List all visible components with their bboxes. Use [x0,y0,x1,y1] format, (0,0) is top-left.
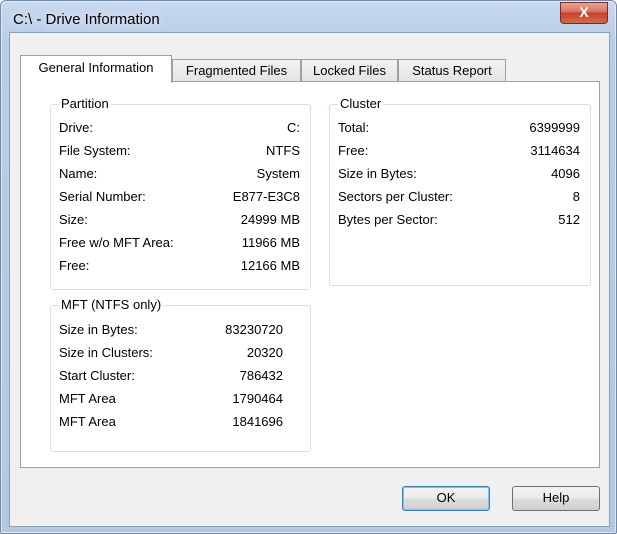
row-value: 83230720 [225,322,283,337]
row-value: 1790464 [232,391,283,406]
tab-fragmented-files[interactable]: Fragmented Files [172,59,301,82]
mft-row-size-in-bytes: Size in Bytes: 83230720 [59,322,283,342]
row-value: 3114634 [530,143,580,158]
row-value: C: [287,120,300,135]
row-value: 4096 [551,166,580,181]
ok-button[interactable]: OK [402,486,490,511]
row-value: 6399999 [529,120,580,135]
help-button[interactable]: Help [512,486,600,511]
row-label: Serial Number: [59,189,146,204]
cluster-group: Cluster Total: 6399999 Free: 3114634 Siz… [329,96,591,286]
partition-group-title: Partition [59,96,111,111]
row-label: Free: [59,258,90,273]
row-value: E877-E3C8 [232,189,300,204]
partition-row-free-wo-mft: Free w/o MFT Area: 11966 MB [59,235,300,255]
row-label: MFT Area [59,391,116,406]
partition-row-free: Free: 12166 MB [59,258,300,278]
cluster-row-sectors-per-cluster: Sectors per Cluster: 8 [338,189,580,209]
row-label: File System: [59,143,131,158]
drive-information-window: C:\ - Drive Information X General Inform… [0,0,617,534]
partition-row-size: Size: 24999 MB [59,212,300,232]
row-value: 8 [572,189,580,204]
cluster-group-title: Cluster [338,96,384,111]
row-label: Drive: [59,120,93,135]
partition-row-file-system: File System: NTFS [59,143,300,163]
cluster-row-size-in-bytes: Size in Bytes: 4096 [338,166,580,186]
tab-locked-files[interactable]: Locked Files [301,59,398,82]
row-label: Size in Clusters: [59,345,153,360]
window-title: C:\ - Drive Information [13,11,160,28]
row-value: System [256,166,300,181]
close-button[interactable]: X [560,2,608,24]
dialog-client-area: General Information Fragmented Files Loc… [9,32,610,527]
row-value: 20320 [246,345,283,360]
row-value: NTFS [266,143,300,158]
partition-row-drive: Drive: C: [59,120,300,140]
row-label: Size in Bytes: [59,322,138,337]
partition-group: Partition Drive: C: File System: NTFS Na… [50,96,311,290]
tab-general-information[interactable]: General Information [20,55,172,83]
row-label: Name: [59,166,98,181]
row-label: Size: [59,212,88,227]
row-value: 512 [558,212,580,227]
row-value: 1841696 [232,414,283,429]
mft-group: MFT (NTFS only) Size in Bytes: 83230720 … [50,297,311,452]
row-label: Total: [338,120,370,135]
row-value: 786432 [239,368,283,383]
row-label: Sectors per Cluster: [338,189,453,204]
mft-row-start-cluster: Start Cluster: 786432 [59,368,283,388]
partition-row-name: Name: System [59,166,300,186]
partition-row-serial-number: Serial Number: E877-E3C8 [59,189,300,209]
general-information-panel: Partition Drive: C: File System: NTFS Na… [20,81,600,468]
row-label: Start Cluster: [59,368,135,383]
mft-row-size-in-clusters: Size in Clusters: 20320 [59,345,283,365]
cluster-row-bytes-per-sector: Bytes per Sector: 512 [338,212,580,232]
mft-group-title: MFT (NTFS only) [59,297,164,312]
row-label: Free: [338,143,369,158]
tab-status-report[interactable]: Status Report [398,59,506,82]
cluster-row-total: Total: 6399999 [338,120,580,140]
cluster-row-free: Free: 3114634 [338,143,580,163]
row-value: 12166 MB [240,258,300,273]
row-label: Bytes per Sector: [338,212,438,227]
mft-row-area-end: MFT Area 1841696 [59,414,283,434]
row-label: Free w/o MFT Area: [59,235,174,250]
row-value: 11966 MB [241,235,300,250]
mft-row-area-start: MFT Area 1790464 [59,391,283,411]
row-value: 24999 MB [240,212,300,227]
row-label: MFT Area [59,414,116,429]
row-label: Size in Bytes: [338,166,417,181]
